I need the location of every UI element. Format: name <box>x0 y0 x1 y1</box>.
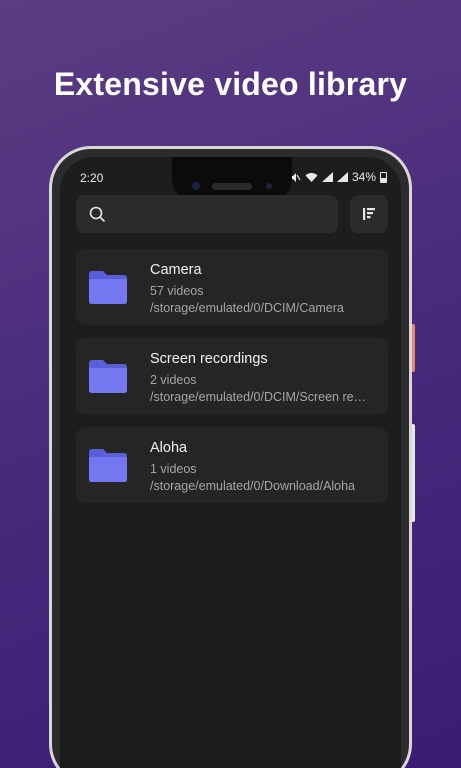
folder-video-count: 57 videos <box>150 284 204 298</box>
folder-video-count: 2 videos <box>150 373 197 387</box>
signal-icon <box>336 172 348 182</box>
folder-path: /storage/emulated/0/DCIM/Camera <box>150 301 344 315</box>
folder-item-screen-recordings[interactable]: Screen recordings 2 videos /storage/emul… <box>76 338 388 414</box>
battery-percent: 34% <box>351 170 376 184</box>
status-icons: 34% <box>290 170 387 184</box>
folder-video-count: 1 videos <box>150 462 197 476</box>
battery-icon <box>380 171 387 183</box>
sort-icon <box>363 208 375 220</box>
phone-frame: 2:20 34% Camera 57 videos /storage/emula… <box>49 146 412 768</box>
folder-item-aloha[interactable]: Aloha 1 videos /storage/emulated/0/Downl… <box>76 427 388 503</box>
front-sensor <box>266 183 272 189</box>
folder-icon <box>89 449 127 482</box>
earpiece-speaker <box>212 183 252 190</box>
front-camera <box>192 182 200 190</box>
status-time: 2:20 <box>80 171 104 185</box>
search-icon[interactable] <box>88 205 106 223</box>
folder-name: Camera <box>150 262 202 278</box>
sort-button[interactable] <box>350 195 388 233</box>
folder-path: /storage/emulated/0/Download/Aloha <box>150 479 355 493</box>
folder-icon <box>89 360 127 393</box>
folder-item-camera[interactable]: Camera 57 videos /storage/emulated/0/DCI… <box>76 249 388 325</box>
headline: Extensive video library <box>53 66 408 102</box>
folder-icon <box>89 271 127 304</box>
wifi-icon <box>305 172 318 182</box>
folder-name: Screen recordings <box>150 351 268 367</box>
folder-path: /storage/emulated/0/DCIM/Screen recordin… <box>150 390 372 404</box>
search-bar[interactable] <box>76 195 338 233</box>
signal-icon <box>321 172 333 182</box>
phone-screen: 2:20 34% Camera 57 videos /storage/emula… <box>60 157 401 768</box>
folder-name: Aloha <box>150 440 188 456</box>
search-input[interactable] <box>116 203 326 225</box>
